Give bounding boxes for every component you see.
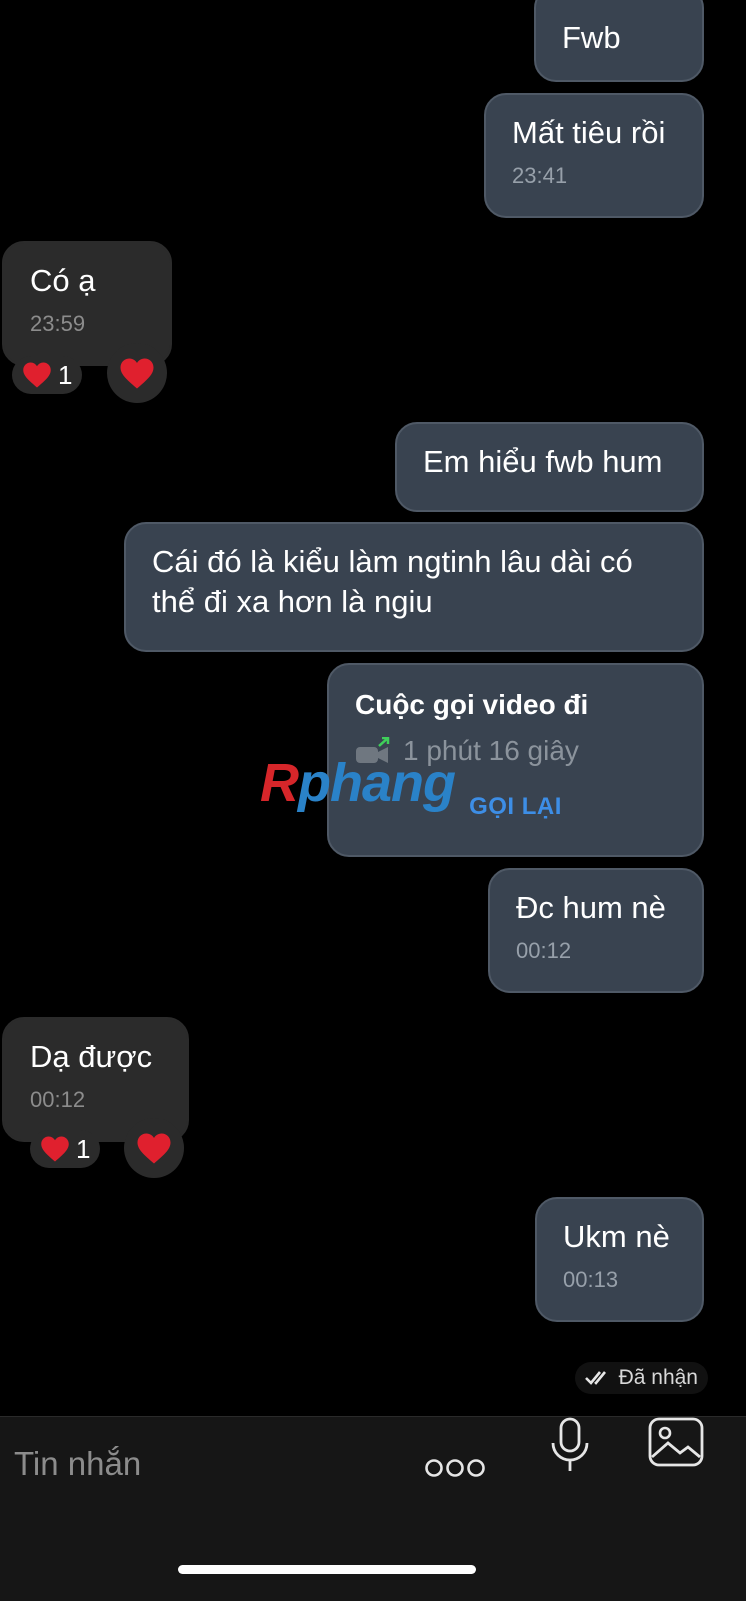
message-time: 23:41 [512,163,568,188]
outgoing-message[interactable]: Cái đó là kiểu làm ngtinh lâu dài có thể… [124,522,704,652]
message-text: Đc hum nè [516,890,666,925]
message-time: 00:12 [516,938,572,963]
outgoing-message[interactable]: Em hiểu fwb hum [395,422,704,512]
message-text: Có ạ [30,263,96,298]
message-text: Ukm nè [563,1219,670,1254]
call-title: Cuộc gọi video đi [355,689,589,720]
message-text: Mất tiêu rồi [512,115,666,150]
microphone-icon[interactable] [548,1417,592,1473]
message-time: 00:13 [563,1267,619,1292]
delivery-status: Đã nhận [574,1362,708,1394]
watermark-part2: phang [298,753,456,813]
message-input[interactable]: Tin nhắn [14,1445,141,1483]
outgoing-message[interactable]: Fwb [534,0,704,82]
reaction-count[interactable]: 1 [30,1130,101,1168]
watermark-logo: Rphang [260,752,456,814]
heart-icon [41,1136,69,1162]
outgoing-message[interactable]: Mất tiêu rồi 23:41 [484,93,704,218]
message-time: 00:12 [30,1087,86,1112]
message-text: Dạ được [30,1039,153,1074]
composer-bar: Tin nhắn [0,1416,746,1601]
heart-reaction-button[interactable] [124,1118,184,1178]
double-check-icon [584,1371,606,1385]
more-dots-icon[interactable] [424,1457,486,1479]
image-icon[interactable] [648,1417,704,1469]
message-time: 23:59 [30,311,86,336]
message-text: Fwb [562,20,621,55]
reaction-count[interactable]: 1 [12,356,83,394]
reaction-number: 1 [76,1133,91,1164]
status-label: Đã nhận [618,1366,698,1389]
reaction-number: 1 [58,359,73,390]
home-indicator[interactable] [178,1565,476,1574]
message-text: Em hiểu fwb hum [423,444,663,479]
outgoing-message[interactable]: Đc hum nè 00:12 [488,868,704,993]
heart-icon [120,358,154,388]
watermark-part1: R [260,753,299,813]
heart-icon [137,1133,171,1163]
heart-icon [23,362,51,388]
heart-reaction-button[interactable] [107,343,167,403]
message-text: Cái đó là kiểu làm ngtinh lâu dài có thể… [152,544,633,619]
outgoing-message[interactable]: Ukm nè 00:13 [535,1197,704,1322]
